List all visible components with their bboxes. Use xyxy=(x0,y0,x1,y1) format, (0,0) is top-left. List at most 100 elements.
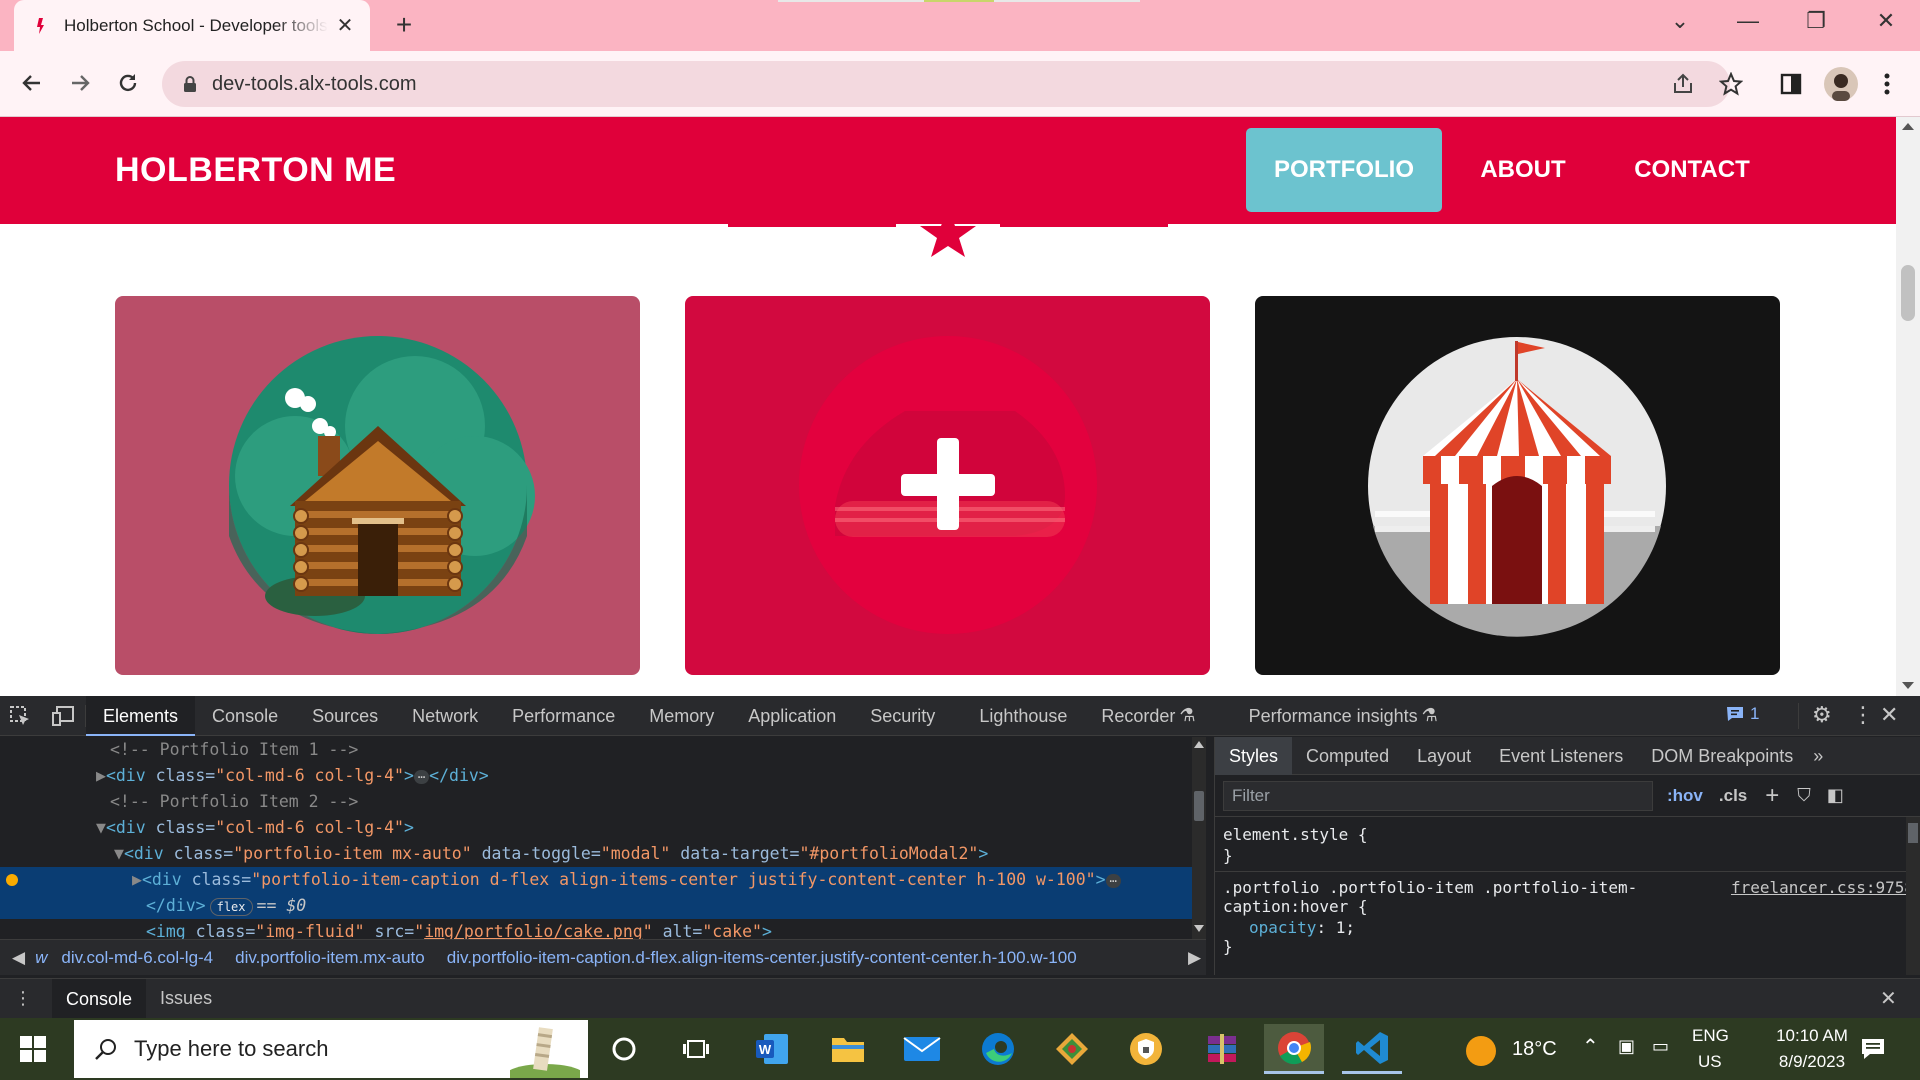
tab-styles[interactable]: Styles xyxy=(1215,736,1293,775)
expand-triangle-icon[interactable]: ▶ xyxy=(96,766,106,785)
clock-date[interactable]: 8/9/2023 xyxy=(1750,1052,1874,1072)
tab-lighthouse[interactable]: Lighthouse xyxy=(962,696,1084,736)
address-bar[interactable]: dev-tools.alx-tools.com xyxy=(162,61,1730,107)
hov-toggle[interactable]: :hov xyxy=(1667,786,1703,806)
scroll-down-arrow-icon[interactable] xyxy=(1194,925,1204,932)
nav-link-about[interactable]: ABOUT xyxy=(1454,128,1592,212)
breadcrumb-right-arrow-icon[interactable]: ▶ xyxy=(1188,948,1201,968)
restore-window-button[interactable]: ❐ xyxy=(1796,8,1836,34)
back-button[interactable] xyxy=(14,65,50,101)
inspect-element-icon[interactable] xyxy=(0,705,40,727)
taskbar-app-file-explorer[interactable] xyxy=(818,1024,878,1074)
breadcrumb-item[interactable]: div.portfolio-item-caption.d-flex.align-… xyxy=(447,948,1077,968)
share-icon[interactable] xyxy=(1668,69,1698,99)
element-style-rule[interactable]: element.style { xyxy=(1223,825,1920,844)
expand-triangle-icon[interactable]: ▶ xyxy=(132,870,142,889)
tab-recorder[interactable]: Recorder xyxy=(1084,696,1179,736)
bookmark-star-icon[interactable] xyxy=(1716,69,1746,99)
dom-node-div-expanded[interactable]: ▼<div class="col-md-6 col-lg-4"> xyxy=(0,815,1192,841)
ellipsis-icon[interactable]: ⋯ xyxy=(413,769,430,784)
close-drawer-icon[interactable]: ✕ xyxy=(1880,986,1897,1011)
dom-node-img[interactable]: <img class="img-fluid" src="img/portfoli… xyxy=(0,919,1192,939)
tab-memory[interactable]: Memory xyxy=(632,696,731,736)
breadcrumb-item[interactable]: div.col-md-6.col-lg-4 xyxy=(61,948,213,968)
scroll-up-arrow-icon[interactable] xyxy=(1194,741,1204,748)
styles-scrollbar[interactable] xyxy=(1906,817,1920,975)
browser-menu-kebab-icon[interactable] xyxy=(1872,69,1902,99)
side-panel-icon[interactable] xyxy=(1776,69,1806,99)
taskbar-app-word[interactable]: W xyxy=(742,1024,802,1074)
collapse-triangle-icon[interactable]: ▼ xyxy=(96,818,106,837)
close-window-button[interactable]: ✕ xyxy=(1866,8,1906,34)
meet-now-icon[interactable]: ▣ xyxy=(1618,1036,1635,1057)
scroll-up-arrow-icon[interactable] xyxy=(1902,123,1914,130)
show-hidden-icons-chevron-icon[interactable]: ⌃ xyxy=(1582,1034,1599,1059)
dom-node-portfolio-item[interactable]: ▼<div class="portfolio-item mx-auto" dat… xyxy=(0,841,1192,867)
drawer-tab-issues[interactable]: Issues xyxy=(146,988,226,1009)
issues-counter[interactable]: 1 xyxy=(1726,704,1759,724)
breadcrumb-left-arrow-icon[interactable]: ◀ xyxy=(12,948,25,968)
input-region[interactable]: US xyxy=(1698,1052,1722,1072)
tab-computed[interactable]: Computed xyxy=(1292,737,1403,775)
dom-tree-scrollbar[interactable] xyxy=(1192,737,1206,939)
tab-security[interactable]: Security xyxy=(853,696,952,736)
devtools-menu-kebab-icon[interactable]: ⋮ xyxy=(1852,702,1874,728)
nav-link-contact[interactable]: CONTACT xyxy=(1604,128,1780,212)
collapse-triangle-icon[interactable]: ▼ xyxy=(114,844,124,863)
dom-node-selected-close[interactable]: </div> flex == $0 xyxy=(0,893,1192,919)
tab-dom-breakpoints[interactable]: DOM Breakpoints xyxy=(1637,737,1807,775)
battery-icon[interactable]: ▭ xyxy=(1652,1036,1669,1057)
profile-avatar[interactable] xyxy=(1824,67,1858,101)
cls-toggle[interactable]: .cls xyxy=(1719,786,1747,806)
weather-sun-icon[interactable] xyxy=(1466,1036,1496,1066)
ellipsis-icon[interactable]: ⋯ xyxy=(1105,873,1121,888)
toggle-sidebar-icon[interactable]: ◧ xyxy=(1827,785,1844,806)
device-toolbar-icon[interactable] xyxy=(40,704,86,727)
dom-node-comment[interactable]: <!-- Portfolio Item 1 --> xyxy=(0,737,1192,763)
taskbar-app-edge[interactable] xyxy=(968,1024,1028,1074)
taskbar-app-mail[interactable] xyxy=(892,1024,952,1074)
drawer-tab-console[interactable]: Console xyxy=(52,978,147,1019)
more-tabs-chevron-icon[interactable]: » xyxy=(1807,737,1829,775)
tab-elements[interactable]: Elements xyxy=(86,695,196,736)
taskbar-search-box[interactable]: Type here to search xyxy=(74,1020,588,1078)
nav-link-portfolio[interactable]: PORTFOLIO xyxy=(1246,128,1442,212)
tab-layout[interactable]: Layout xyxy=(1403,737,1485,775)
breadcrumb-truncated-item[interactable]: w xyxy=(35,948,47,968)
dom-node-comment[interactable]: <!-- Portfolio Item 2 --> xyxy=(0,789,1192,815)
site-brand[interactable]: HOLBERTON ME xyxy=(115,151,396,190)
tab-application[interactable]: Application xyxy=(731,696,853,736)
close-devtools-icon[interactable]: ✕ xyxy=(1880,702,1898,728)
windows-start-button[interactable] xyxy=(20,1036,46,1067)
new-tab-button[interactable]: + xyxy=(388,10,420,42)
input-language[interactable]: ENG xyxy=(1692,1026,1729,1046)
weather-temperature[interactable]: 18°C xyxy=(1512,1038,1557,1061)
browser-tab[interactable]: Holberton School - Developer tools ✕ xyxy=(14,0,370,51)
taskbar-app-winrar[interactable] xyxy=(1192,1024,1252,1074)
dom-tree[interactable]: <!-- Portfolio Item 1 --> ▶<div class="c… xyxy=(0,737,1192,939)
tab-event-listeners[interactable]: Event Listeners xyxy=(1485,737,1637,775)
taskbar-app-vscode[interactable] xyxy=(1342,1024,1402,1074)
hover-rule[interactable]: .portfolio .portfolio-item .portfolio-it… xyxy=(1223,878,1920,897)
scroll-down-arrow-icon[interactable] xyxy=(1902,682,1914,689)
breadcrumb-item[interactable]: div.portfolio-item.mx-auto xyxy=(235,948,425,968)
taskbar-app-vpn[interactable] xyxy=(1116,1024,1176,1074)
close-tab-icon[interactable]: ✕ xyxy=(334,13,356,38)
drawer-menu-kebab-icon[interactable]: ⋮ xyxy=(14,988,32,1009)
tab-search-chevron-icon[interactable]: ⌄ xyxy=(1660,8,1700,34)
cortana-button[interactable] xyxy=(594,1024,654,1074)
tab-performance-insights[interactable]: Performance insights xyxy=(1232,696,1422,736)
portfolio-card-cabin[interactable] xyxy=(115,296,640,675)
minimize-window-button[interactable]: — xyxy=(1728,8,1768,34)
tab-console[interactable]: Console xyxy=(195,696,295,736)
tab-network[interactable]: Network xyxy=(395,696,495,736)
rule-source-link[interactable]: freelancer.css:9758 xyxy=(1731,878,1914,897)
forward-button[interactable] xyxy=(62,65,98,101)
styles-filter-input[interactable]: Filter xyxy=(1223,780,1653,811)
dom-node-selected[interactable]: ▶<div class="portfolio-item-caption d-fl… xyxy=(0,867,1192,893)
new-style-rule-icon[interactable]: + xyxy=(1765,782,1779,810)
page-scrollbar-thumb[interactable] xyxy=(1901,265,1915,321)
devtools-settings-gear-icon[interactable]: ⚙ xyxy=(1812,702,1832,728)
clock-time[interactable]: 10:10 AM xyxy=(1750,1026,1874,1046)
task-view-button[interactable] xyxy=(666,1024,726,1074)
